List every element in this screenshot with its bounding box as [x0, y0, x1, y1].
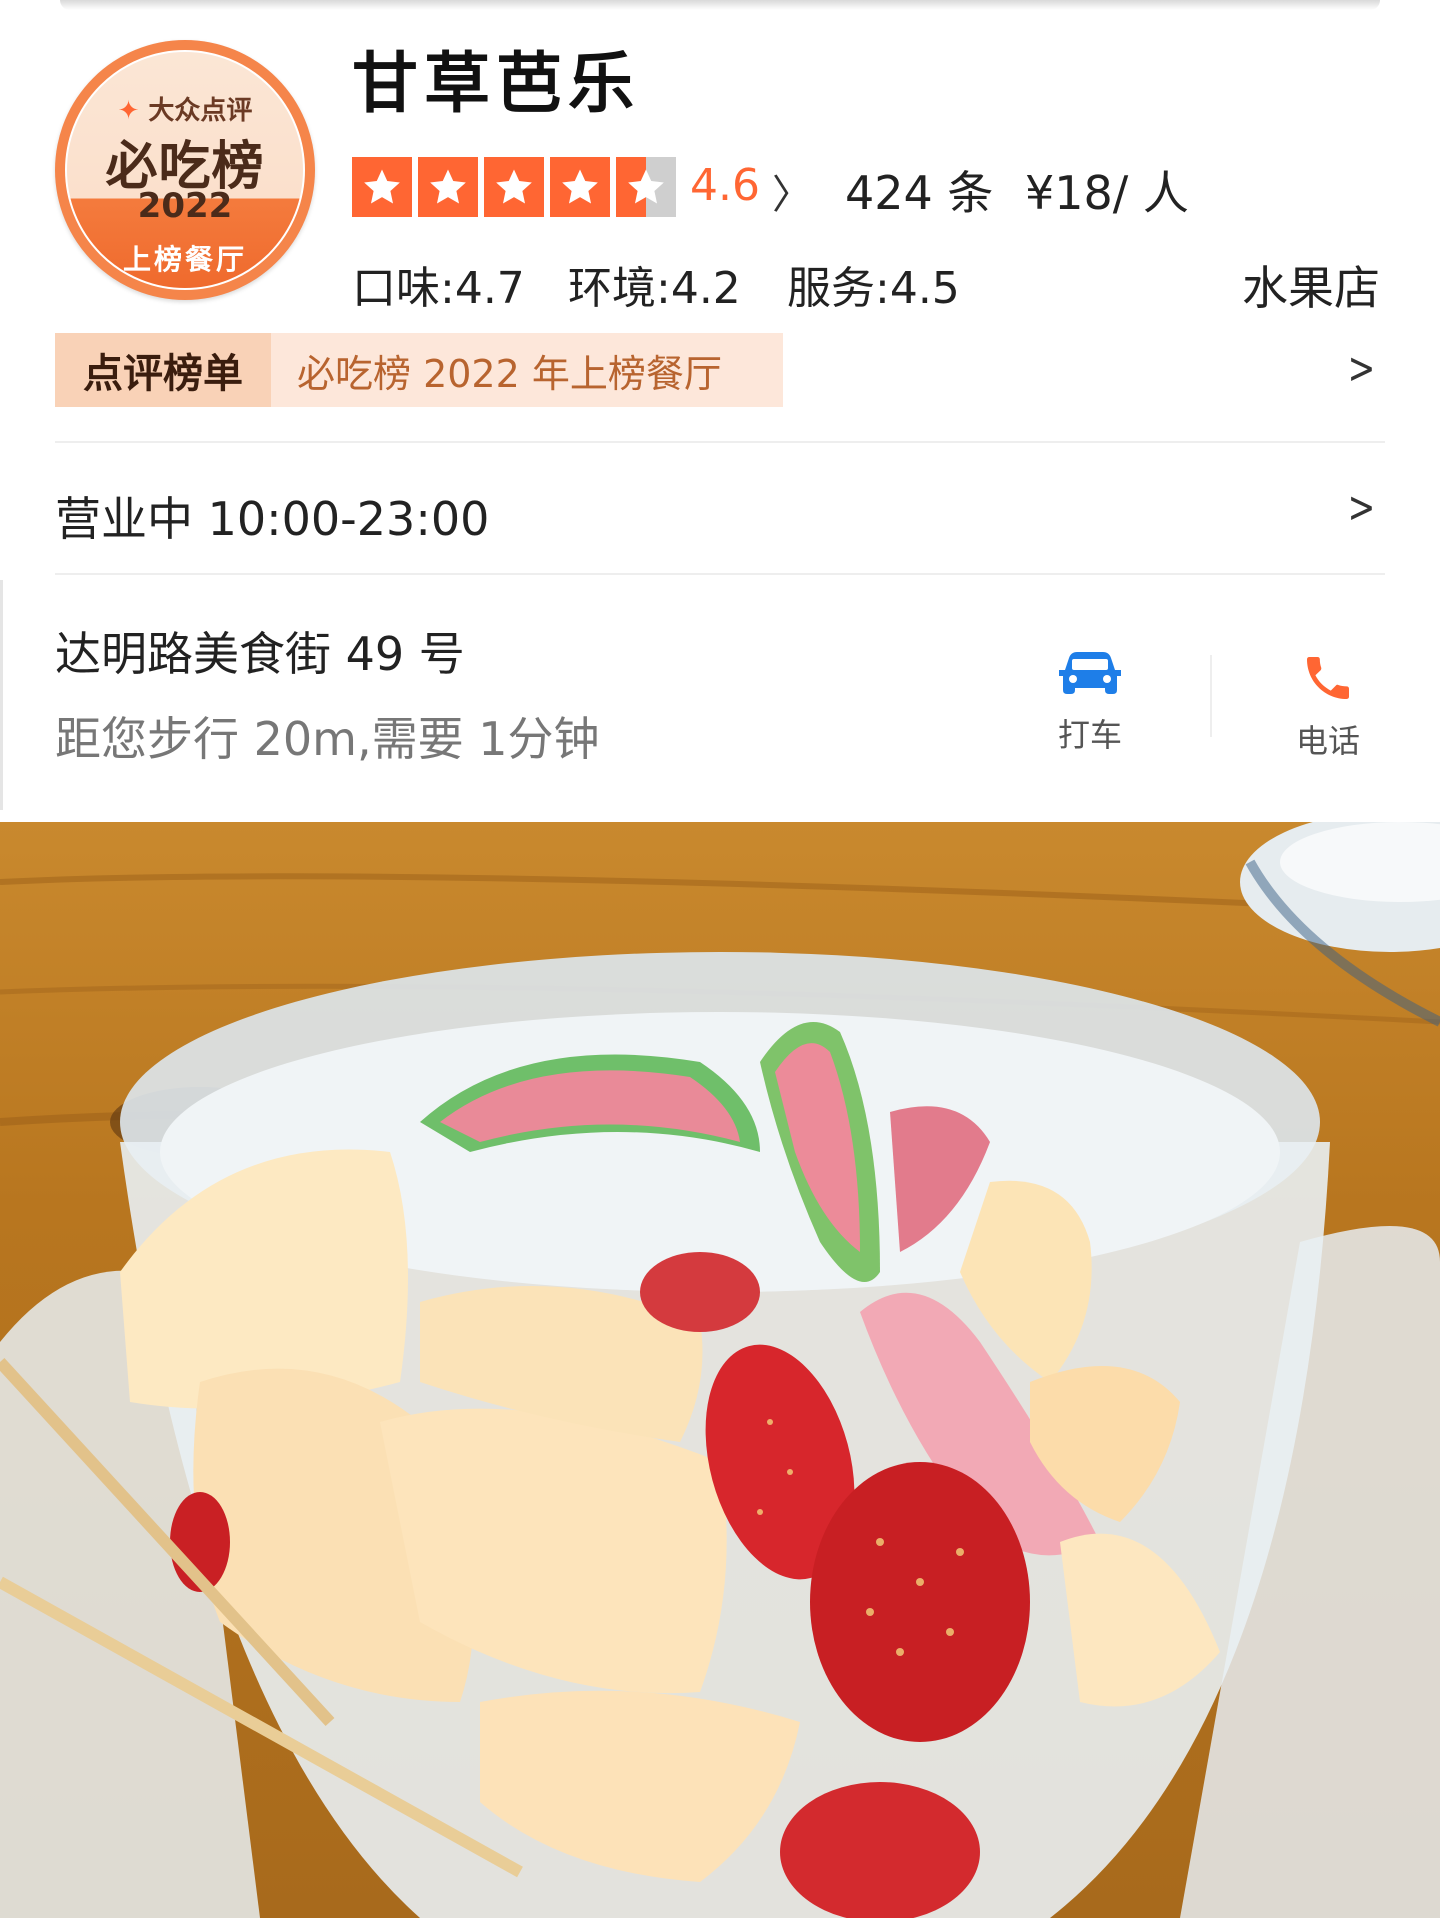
chevron-right-icon[interactable]: 〉: [772, 162, 812, 220]
badge-subtitle: 上榜餐厅: [122, 243, 247, 276]
badge-brand: ✦ 大众点评: [67, 90, 303, 127]
shop-address[interactable]: 达明路美食街 49 号: [55, 618, 465, 684]
badge-brand-text: 大众点评: [148, 96, 253, 126]
car-icon: [1059, 652, 1121, 694]
star-rating[interactable]: [352, 157, 676, 217]
divider: [55, 573, 1385, 575]
environment-score: 环境:4.2: [568, 263, 741, 314]
taste-score: 口味:4.7: [352, 263, 525, 314]
top-shadow: [60, 0, 1380, 10]
price-per-person: ¥18/ 人: [1025, 166, 1189, 220]
must-eat-badge: ✦ 大众点评 必吃榜 2022 上榜餐厅: [55, 40, 315, 300]
star-icon: [418, 157, 478, 217]
badge-inner: ✦ 大众点评 必吃榜 2022 上榜餐厅: [65, 50, 305, 290]
fruit-cup-illustration: [0, 822, 1440, 1918]
chevron-right-icon[interactable]: >: [1348, 482, 1376, 533]
taxi-label: 打车: [1057, 716, 1122, 754]
rating-value[interactable]: 4.6: [690, 160, 760, 211]
half-star-icon: [616, 157, 676, 217]
shop-name: 甘草芭乐: [352, 45, 640, 122]
food-photo[interactable]: [0, 822, 1440, 1918]
divider: [55, 441, 1385, 443]
service-score: 服务:4.5: [787, 263, 960, 314]
business-hours[interactable]: 营业中 10:00-23:00: [55, 483, 489, 549]
left-edge-bar: [0, 580, 3, 810]
star-icon: [484, 157, 544, 217]
shop-category: 水果店: [1242, 261, 1380, 315]
dianping-logo-icon: ✦: [117, 96, 140, 126]
phone-icon: [1307, 657, 1349, 699]
star-icon: [550, 157, 610, 217]
walking-distance: 距您步行 20m,需要 1分钟: [55, 712, 600, 766]
badge-year: 2022: [137, 186, 233, 226]
ranking-tag: 点评榜单: [55, 333, 271, 407]
phone-label: 电话: [1295, 722, 1360, 760]
star-icon: [352, 157, 412, 217]
action-separator: [1210, 655, 1212, 737]
phone-button[interactable]: 电话: [1258, 650, 1398, 762]
review-count[interactable]: 424 条: [845, 157, 993, 223]
ranking-banner[interactable]: 点评榜单 必吃榜 2022 年上榜餐厅: [55, 333, 783, 407]
taxi-button[interactable]: 打车: [1020, 650, 1160, 756]
chevron-right-icon[interactable]: >: [1348, 343, 1376, 394]
ranking-text: 必吃榜 2022 年上榜餐厅: [271, 333, 783, 407]
